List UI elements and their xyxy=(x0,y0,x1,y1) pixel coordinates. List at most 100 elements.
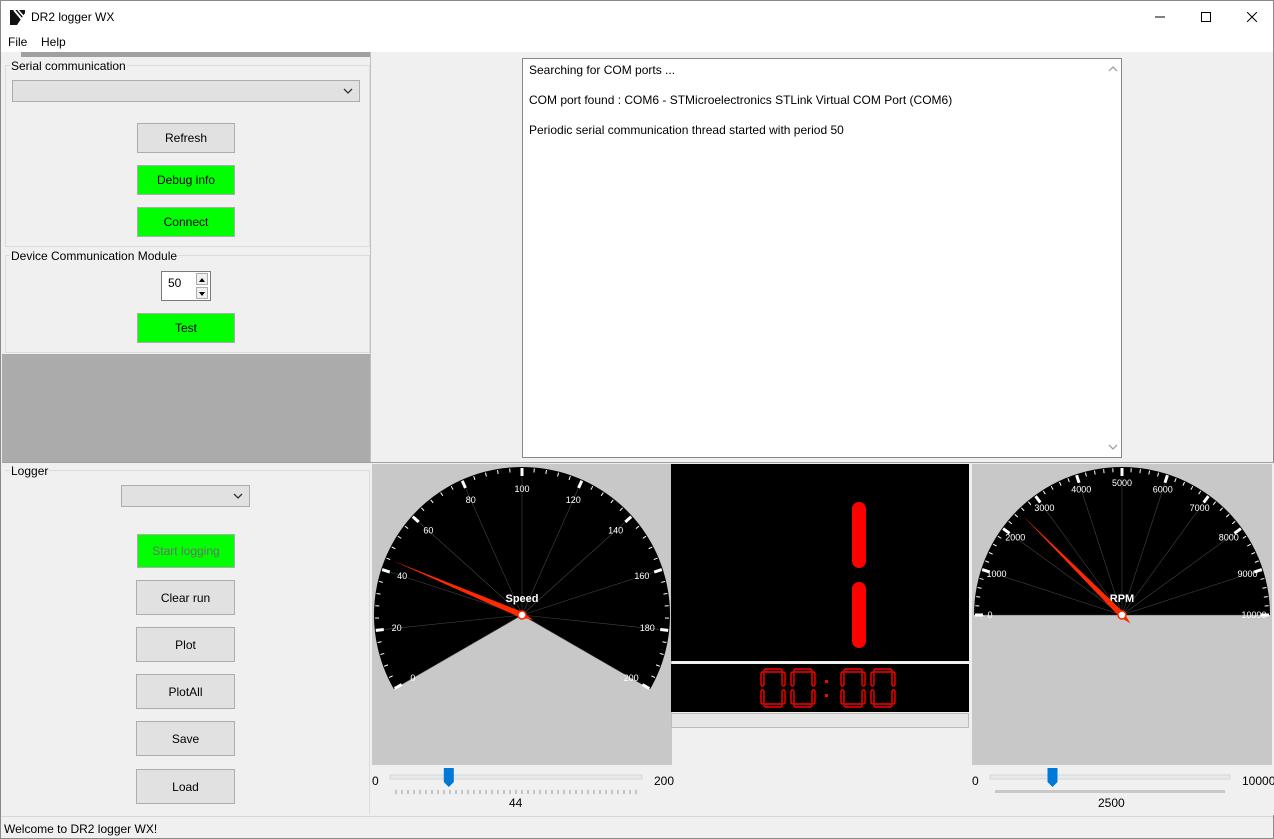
menu-bar: File Help xyxy=(1,32,1273,52)
close-button[interactable] xyxy=(1229,1,1274,32)
clock-segment xyxy=(891,689,896,705)
minimize-icon xyxy=(1155,16,1165,17)
gauge-tick-label: 9000 xyxy=(1238,569,1258,579)
clear-run-button[interactable]: Clear run xyxy=(136,580,235,615)
load-button[interactable]: Load xyxy=(136,769,235,804)
clock-segment xyxy=(793,668,813,673)
arrow-down-icon xyxy=(199,292,205,296)
status-text: Welcome to DR2 logger WX! xyxy=(4,822,158,836)
clock-segment xyxy=(811,689,816,705)
refresh-button[interactable]: Refresh xyxy=(137,123,235,153)
gauge-tick-label: 0 xyxy=(410,673,415,683)
gauge-tick-label: 100 xyxy=(514,484,529,494)
clock-digits xyxy=(760,668,896,708)
horizontal-separator xyxy=(2,462,370,463)
minor-tick xyxy=(663,593,668,595)
maximize-icon xyxy=(1201,11,1211,22)
maximize-button[interactable] xyxy=(1183,1,1229,32)
clock-segment xyxy=(873,703,893,708)
speed-slider-min: 0 xyxy=(372,774,379,788)
progress-bar xyxy=(671,713,969,728)
gauge-label: Speed xyxy=(505,593,538,605)
test-button[interactable]: Test xyxy=(137,313,235,343)
log-output[interactable]: Searching for COM ports ... COM port fou… xyxy=(522,58,1122,458)
gauge-tick-label: 180 xyxy=(640,623,655,633)
run-select[interactable] xyxy=(121,485,250,507)
arrow-up-icon xyxy=(199,278,205,282)
debug-info-button[interactable]: Debug info xyxy=(137,165,235,195)
rpm-slider[interactable] xyxy=(986,766,1236,798)
clock-segment xyxy=(843,668,863,673)
speed-slider-thumb[interactable] xyxy=(443,768,454,787)
clock-segment xyxy=(760,671,765,687)
log-line: COM port found : COM6 - STMicroelectroni… xyxy=(529,93,953,107)
clock-segment xyxy=(760,689,765,705)
gauge-tick-label: 0 xyxy=(987,610,992,620)
speed-slider-value: 44 xyxy=(509,796,523,810)
clock-segment xyxy=(790,689,795,705)
gauge-hub xyxy=(517,610,527,620)
connect-button[interactable]: Connect xyxy=(137,207,235,237)
clock-segment xyxy=(873,668,893,673)
serial-group-label: Serial communication xyxy=(10,59,127,73)
gauge-tick-label: 7000 xyxy=(1190,503,1210,513)
gauge-tick-label: 3000 xyxy=(1034,503,1054,513)
gauge-tick-label: 5000 xyxy=(1112,478,1132,488)
clock-segment xyxy=(870,689,875,705)
clock-colon xyxy=(825,680,828,683)
minor-tick xyxy=(1263,596,1268,598)
gauge-tick-label: 20 xyxy=(392,623,402,633)
log-scrollbar[interactable] xyxy=(1105,59,1121,457)
chevron-down-icon xyxy=(343,88,353,94)
logger-group-label: Logger xyxy=(10,464,50,478)
plot-button[interactable]: Plot xyxy=(136,627,235,662)
gauge-tick-label: 140 xyxy=(608,526,623,536)
clock-colon xyxy=(825,694,828,697)
serial-port-select[interactable] xyxy=(12,80,360,102)
gauge-tick-label: 8000 xyxy=(1219,532,1239,542)
panel-splitter[interactable] xyxy=(21,52,370,57)
gear-display xyxy=(671,464,969,661)
log-line: Periodic serial communication thread sta… xyxy=(529,123,844,137)
chevron-down-icon xyxy=(233,493,243,499)
gauge-tick-label: 2000 xyxy=(1005,532,1025,542)
minimize-button[interactable] xyxy=(1137,1,1183,32)
empty-panel xyxy=(2,354,370,463)
status-bar: Welcome to DR2 logger WX! xyxy=(1,816,1273,838)
plotall-button[interactable]: PlotAll xyxy=(136,674,235,709)
clock-segment xyxy=(763,668,783,673)
period-spinner[interactable]: 50 xyxy=(161,271,211,301)
clock-segment xyxy=(843,703,863,708)
clock-segment xyxy=(781,671,786,687)
major-tick xyxy=(660,628,669,632)
spin-down-button[interactable] xyxy=(196,287,208,299)
gauge-tick-label: 40 xyxy=(397,571,407,581)
rpm-slider-value: 2500 xyxy=(1098,796,1125,810)
major-tick xyxy=(375,628,384,632)
clock-segment xyxy=(861,671,866,687)
speed-slider[interactable] xyxy=(386,766,646,798)
save-button[interactable]: Save xyxy=(136,721,235,756)
clock-segment xyxy=(781,689,786,705)
menu-help[interactable]: Help xyxy=(41,35,66,49)
start-logging-button[interactable]: Start logging xyxy=(137,534,235,568)
minor-tick xyxy=(1103,469,1105,474)
gauge-tick-label: 4000 xyxy=(1071,484,1091,494)
speed-gauge: 0 20 40 60 80 100 120 140 160 180 200 Speed xyxy=(374,467,670,690)
period-value[interactable]: 50 xyxy=(168,276,181,290)
rpm-slider-max: 10000 xyxy=(1242,774,1274,788)
scroll-down-icon[interactable] xyxy=(1105,439,1121,455)
close-icon xyxy=(1247,11,1257,22)
menu-file[interactable]: File xyxy=(8,35,27,49)
gauge-tick-label: 6000 xyxy=(1153,484,1173,494)
slider-thumb-shape[interactable] xyxy=(1047,768,1058,787)
minor-tick xyxy=(496,469,499,475)
minor-tick xyxy=(1139,469,1141,474)
clock-segment xyxy=(840,671,845,687)
slider-thumb-shape[interactable] xyxy=(443,768,454,787)
clock-segment xyxy=(891,671,896,687)
clock-segment xyxy=(861,689,866,705)
spin-up-button[interactable] xyxy=(196,273,208,285)
rpm-slider-thumb[interactable] xyxy=(1047,768,1058,787)
scroll-up-icon[interactable] xyxy=(1105,61,1121,77)
